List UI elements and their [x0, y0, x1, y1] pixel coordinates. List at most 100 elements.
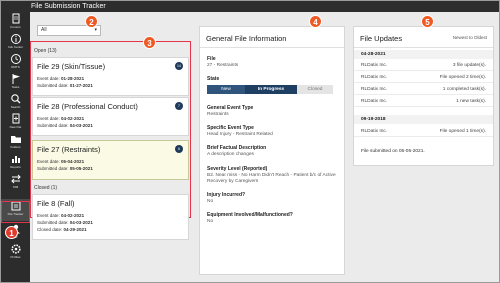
- app-title: File Submission Tracker: [31, 3, 106, 10]
- file-card-title: File 27 (Restraints): [37, 145, 101, 154]
- file-updates-pane: File Updates Newest to Oldest 04-28-2021…: [353, 26, 494, 166]
- specific-type-value: Head Injury - Restraint Related: [207, 132, 273, 137]
- app-nav: Forums Info Center RMTS Tasks Search New…: [1, 12, 30, 282]
- update-author: RLDatix Inc.: [361, 129, 388, 134]
- nav-item-info-center[interactable]: Info Center: [1, 32, 30, 52]
- update-author: RLDatix Inc.: [361, 63, 388, 68]
- divider: [200, 47, 344, 48]
- callout-badge-1: 1: [5, 226, 18, 239]
- update-row: RLDatix Inc. File opened 2 time(s).: [354, 72, 493, 83]
- submitted-date-line: Submitted date: 05-05-2021: [37, 166, 93, 171]
- update-text: 3 file update(s).: [452, 63, 486, 68]
- event-date-line: Event date: 04-02-2021: [37, 213, 85, 218]
- update-author: RLDatix Inc.: [361, 87, 388, 92]
- info-icon: [10, 34, 21, 44]
- closed-date-line: Closed date: 04-29-2021: [37, 227, 87, 232]
- update-text: File opened 1 time(s).: [439, 129, 486, 134]
- callout-badge-4: 4: [309, 15, 322, 28]
- title-bar: File Submission Tracker: [1, 1, 499, 12]
- general-info-pane: General File Information File 27 - Restr…: [199, 26, 345, 275]
- event-date-line: Event date: 04-02-2021: [37, 116, 85, 121]
- nav-item-tasks[interactable]: Tasks: [1, 72, 30, 92]
- nav-item-new-file[interactable]: New File: [1, 112, 30, 132]
- submitted-date-line: Submitted date: 04-03-2021: [37, 123, 93, 128]
- brief-description-value: A description changes: [207, 152, 254, 157]
- update-count-badge: 6: [175, 145, 183, 153]
- folder-icon: [10, 136, 21, 143]
- transfer-icon: [10, 174, 21, 184]
- update-text: 1 new task(s).: [456, 99, 486, 104]
- submitted-date-line: Submitted date: 01-27-2021: [37, 83, 93, 88]
- nav-label: TAB: [12, 185, 19, 189]
- general-type-label: General Event Type: [207, 105, 254, 111]
- nav-label: Folders: [10, 145, 21, 149]
- settings-icon: [10, 244, 21, 254]
- app-window: File Submission Tracker Forums Info Cent…: [0, 0, 500, 283]
- document-icon: [12, 13, 19, 24]
- nav-item-reports[interactable]: Reports: [1, 152, 30, 172]
- nav-label: New File: [9, 125, 22, 129]
- severity-label: Severity Level (Reported): [207, 166, 268, 172]
- flag-icon: [12, 74, 20, 84]
- open-section-header[interactable]: Open (13): [34, 48, 57, 55]
- general-type-value: Restraints: [207, 112, 229, 117]
- injury-value: No: [207, 199, 214, 204]
- info-pane-title: General File Information: [206, 34, 287, 43]
- nav-label: RMTS: [11, 65, 20, 69]
- clock-icon: [10, 54, 21, 64]
- submitted-date-line: Submitted date: 04-03-2021: [37, 220, 93, 225]
- file-card[interactable]: File 29 (Skin/Tissue) 14 Event date: 01-…: [32, 57, 189, 96]
- updates-pane-title: File Updates: [360, 34, 403, 43]
- update-author: RLDatix Inc.: [361, 75, 388, 80]
- nav-label: Tasks: [11, 85, 20, 89]
- state-in-progress: In Progress: [245, 85, 297, 94]
- filter-value: All: [41, 27, 47, 33]
- equipment-label: Equipment Involved/Malfunctioned?: [207, 212, 293, 218]
- specific-type-label: Specific Event Type: [207, 125, 254, 131]
- nav-item-search[interactable]: Search: [1, 92, 30, 112]
- chevron-down-icon: ▾: [94, 27, 97, 33]
- update-text: File opened 2 time(s).: [439, 75, 486, 80]
- update-author: RLDatix Inc.: [361, 99, 388, 104]
- nav-item-folders[interactable]: Folders: [1, 132, 30, 152]
- file-card[interactable]: File 28 (Professional Conduct) 7 Event d…: [32, 97, 189, 136]
- state-label: State: [207, 76, 220, 82]
- callout-badge-5: 5: [421, 15, 434, 28]
- file-card-title: File 29 (Skin/Tissue): [37, 62, 106, 71]
- nav-item-tab[interactable]: TAB: [1, 172, 30, 192]
- reports-icon: [11, 156, 20, 163]
- update-date-group: 09-19-2018: [354, 115, 493, 124]
- divider: [354, 47, 493, 48]
- closed-section-header[interactable]: Closed (1): [34, 185, 57, 192]
- injury-label: Injury Incurred?: [207, 192, 246, 198]
- equipment-value: No: [207, 219, 214, 224]
- update-date-group: 04-28-2021: [354, 50, 493, 59]
- file-card[interactable]: File 8 (Fall) Event date: 04-02-2021 Sub…: [32, 194, 189, 240]
- nav-highlight-frame: [1, 201, 30, 223]
- update-count-badge: 14: [175, 62, 183, 70]
- update-row: RLDatix Inc. 1 completed task(s).: [354, 84, 493, 95]
- file-label: File: [207, 56, 216, 62]
- nav-label: Forums: [10, 25, 21, 29]
- callout-badge-3: 3: [143, 36, 156, 49]
- state-progress: New In Progress Closed: [207, 85, 333, 94]
- update-row: RLDatix Inc. 3 file update(s).: [354, 60, 493, 71]
- update-text: 1 completed task(s).: [442, 87, 486, 92]
- event-date-line: Event date: 01-28-2021: [37, 76, 85, 81]
- callout-badge-2: 2: [85, 15, 98, 28]
- sort-order-toggle[interactable]: Newest to Oldest: [453, 35, 487, 40]
- update-count-badge: 7: [175, 102, 183, 110]
- nav-item-rmts[interactable]: RMTS: [1, 52, 30, 72]
- nav-label: Search: [10, 105, 21, 109]
- file-value: 27 - Restraints: [207, 63, 239, 68]
- nav-label: Reports: [10, 165, 21, 169]
- update-row: RLDatix Inc. File opened 1 time(s).: [354, 126, 493, 137]
- nav-item-profiles[interactable]: Profiles: [1, 242, 30, 262]
- state-new: New: [207, 85, 245, 94]
- nav-item-forums[interactable]: Forums: [1, 12, 30, 32]
- file-card-selected[interactable]: File 27 (Restraints) 6 Event date: 05-04…: [32, 140, 189, 180]
- event-date-line: Event date: 05-04-2021: [37, 159, 85, 164]
- nav-label: Info Center: [8, 45, 23, 49]
- severity-value: B2. Near miss - No Harm Didn't Reach - P…: [207, 173, 336, 184]
- brief-description-label: Brief Factual Description: [207, 145, 267, 151]
